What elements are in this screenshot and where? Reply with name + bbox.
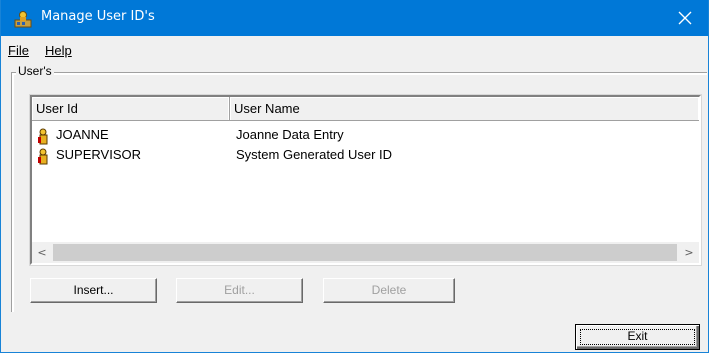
menu-help-label: Help [45, 43, 72, 58]
chevron-left-icon: < [37, 246, 47, 259]
users-list[interactable]: User Id User Name JOANNE Joanne Data Ent… [29, 94, 702, 266]
menu-file[interactable]: File [8, 43, 29, 58]
user-name-cell: System Generated User ID [236, 147, 393, 162]
close-button[interactable] [662, 0, 708, 36]
window-title: Manage User ID's [41, 9, 155, 24]
manage-users-window: Manage User ID's File Help User's User I… [0, 0, 709, 353]
scroll-right-button[interactable]: > [679, 242, 699, 263]
list-item[interactable]: SUPERVISOR System Generated User ID [34, 146, 694, 166]
scroll-thumb[interactable] [53, 244, 677, 261]
user-name-cell: Joanne Data Entry [236, 127, 344, 142]
column-header-user-name[interactable]: User Name [230, 97, 699, 120]
insert-button[interactable]: Insert... [30, 278, 157, 303]
chevron-right-icon: > [684, 246, 694, 259]
close-icon [678, 11, 692, 25]
user-id-cell: JOANNE [56, 127, 109, 142]
app-icon [14, 11, 32, 28]
delete-button-label: Delete [371, 283, 407, 297]
scroll-left-button[interactable]: < [32, 242, 52, 263]
edit-button-label: Edit... [224, 283, 255, 297]
delete-button[interactable]: Delete [323, 278, 455, 303]
insert-button-label: Insert... [73, 283, 114, 297]
users-group-label: User's [16, 64, 54, 78]
horizontal-scrollbar[interactable]: < > [32, 242, 699, 263]
list-header: User Id User Name [32, 97, 699, 121]
menu-file-label: File [8, 43, 29, 58]
column-header-user-id[interactable]: User Id [32, 97, 230, 120]
user-icon [38, 128, 48, 145]
user-icon [38, 148, 48, 165]
exit-button-label: Exit [627, 329, 648, 343]
menu-bar: File Help [1, 36, 708, 62]
title-bar[interactable]: Manage User ID's [1, 0, 708, 36]
edit-button[interactable]: Edit... [176, 278, 303, 303]
exit-button[interactable]: Exit [575, 324, 700, 350]
menu-help[interactable]: Help [45, 43, 72, 58]
list-item[interactable]: JOANNE Joanne Data Entry [34, 126, 694, 146]
user-id-cell: SUPERVISOR [56, 147, 142, 162]
